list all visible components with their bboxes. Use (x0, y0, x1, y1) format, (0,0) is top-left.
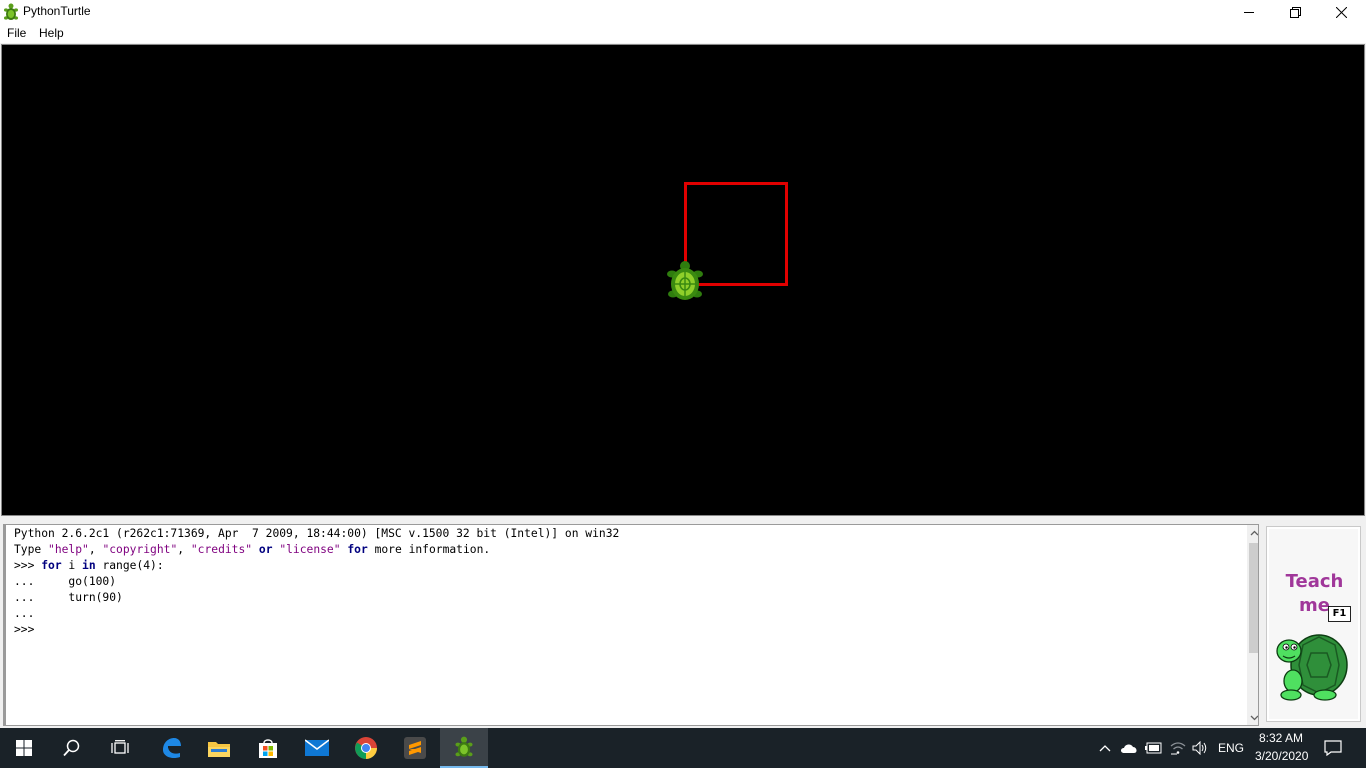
turtle-canvas[interactable] (1, 44, 1365, 516)
restore-icon (1289, 6, 1301, 18)
menu-bar: File Help (0, 24, 1366, 43)
shell-scrollbar[interactable] (1247, 525, 1259, 725)
turtle-app-icon[interactable] (3, 3, 19, 21)
taskbar: ENG 8:32 AM 3/20/2020 (0, 728, 1366, 768)
shell-panel: Python 2.6.2c1 (r262c1:71369, Apr 7 2009… (0, 518, 1366, 728)
sublime-text-app[interactable] (391, 728, 439, 768)
volume-button[interactable] (1192, 739, 1208, 757)
minimize-button[interactable] (1226, 0, 1272, 24)
shell-help-line: Type "help", "copyright", "credits" or "… (14, 543, 491, 556)
shell-code-line: ... (14, 607, 35, 620)
f1-key-badge: F1 (1328, 606, 1351, 622)
title-bar: PythonTurtle (0, 0, 1366, 24)
scroll-up-icon[interactable] (1250, 529, 1259, 538)
chrome-app[interactable] (342, 728, 390, 768)
windows-start-icon (16, 740, 32, 756)
shell-code-line: >>> for i in range(4): (14, 559, 164, 572)
notification-icon (1324, 740, 1342, 756)
chrome-icon (355, 737, 377, 759)
minimize-icon (1244, 12, 1254, 13)
mail-app[interactable] (293, 728, 341, 768)
start-button[interactable] (0, 728, 48, 768)
clock-date[interactable]: 3/20/2020 (1255, 749, 1308, 763)
teach-me-button[interactable]: Teach me F1 (1266, 526, 1361, 722)
edge-icon (163, 738, 181, 759)
shell-code-line: ... turn(90) (14, 591, 123, 604)
mail-icon (305, 739, 329, 756)
network-button[interactable] (1170, 739, 1186, 757)
store-icon (259, 739, 277, 758)
action-center-button[interactable] (1324, 739, 1342, 757)
shell-prompt[interactable]: >>> (14, 622, 619, 638)
shell-code-line: ... go(100) (14, 575, 117, 588)
store-app[interactable] (244, 728, 292, 768)
close-icon (1335, 6, 1347, 18)
shell-output: Python 2.6.2c1 (r262c1:71369, Apr 7 2009… (14, 526, 619, 638)
python-shell[interactable]: Python 2.6.2c1 (r262c1:71369, Apr 7 2009… (3, 524, 1259, 726)
scrollbar-thumb[interactable] (1249, 543, 1258, 653)
drawing-surface (667, 182, 788, 300)
menu-file[interactable]: File (7, 26, 26, 40)
chevron-up-icon (1099, 745, 1111, 752)
task-view-button[interactable] (96, 728, 144, 768)
shell-banner: Python 2.6.2c1 (r262c1:71369, Apr 7 2009… (14, 527, 620, 540)
battery-button[interactable] (1145, 739, 1163, 757)
edge-app[interactable] (147, 728, 195, 768)
cloud-icon (1121, 744, 1137, 753)
search-icon (63, 739, 80, 757)
sublime-text-icon (404, 737, 426, 759)
wifi-icon (1170, 742, 1186, 755)
language-indicator[interactable]: ENG (1218, 741, 1244, 755)
teach-me-label: Teach (1285, 571, 1344, 592)
task-view-icon (111, 740, 129, 754)
restore-button[interactable] (1272, 0, 1318, 24)
clock-time[interactable]: 8:32 AM (1259, 731, 1303, 745)
drawn-square (684, 182, 788, 286)
onedrive-button[interactable] (1120, 739, 1138, 757)
python-turtle-app[interactable] (440, 728, 488, 768)
scroll-down-icon[interactable] (1250, 713, 1259, 722)
file-explorer-icon (208, 742, 230, 757)
battery-icon (1145, 742, 1162, 754)
speaker-icon (1192, 741, 1207, 755)
window-title: PythonTurtle (23, 4, 91, 18)
close-button[interactable] (1318, 0, 1364, 24)
python-turtle-icon (455, 736, 473, 757)
file-explorer-app[interactable] (195, 728, 243, 768)
search-button[interactable] (48, 728, 96, 768)
cartoon-turtle-icon (1276, 634, 1348, 701)
menu-help[interactable]: Help (39, 26, 64, 40)
turtle-sprite (667, 261, 703, 300)
show-hidden-icons-button[interactable] (1098, 739, 1112, 757)
